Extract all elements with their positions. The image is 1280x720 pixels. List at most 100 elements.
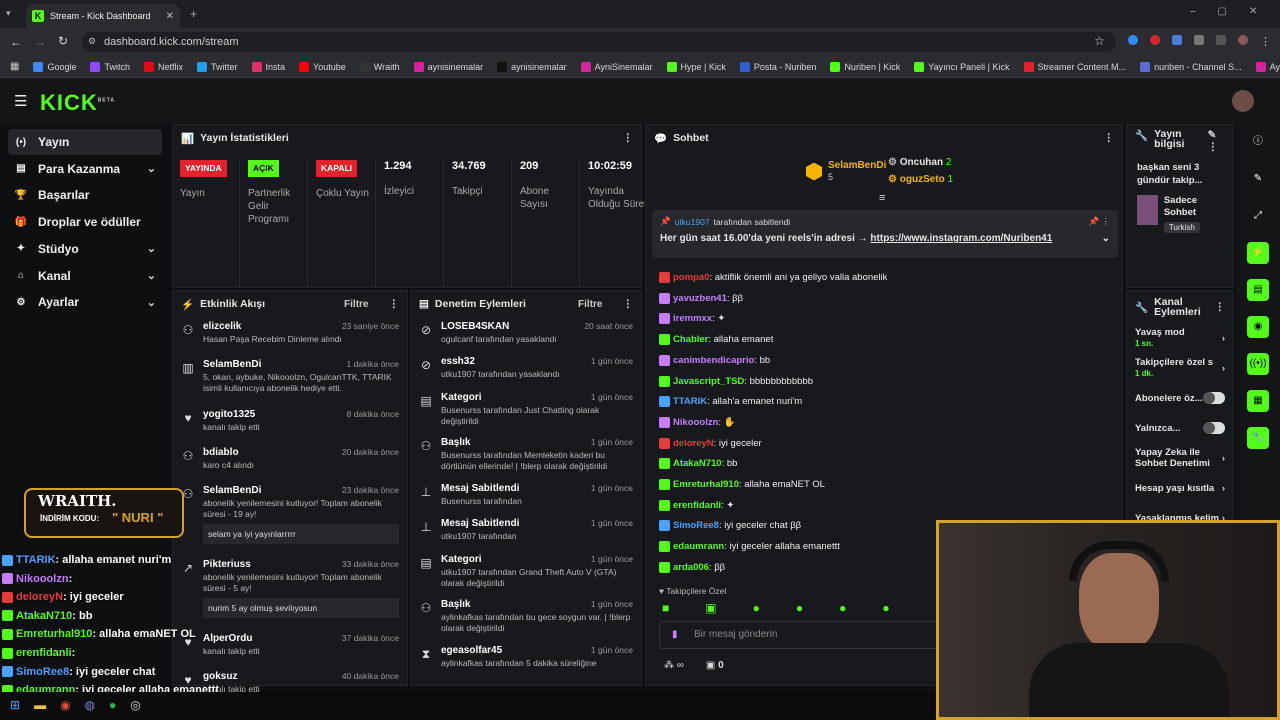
edit-icon[interactable]: ✎ ⋮ <box>1208 129 1225 153</box>
expand-icon[interactable]: ⤢ <box>1236 202 1280 230</box>
moderation-item[interactable]: ⚇ Başlık 1 gün önce aylinkafkas tarafından … <box>411 599 641 641</box>
puzzle-icon[interactable] <box>1194 35 1204 45</box>
bookmark-item[interactable]: Nuriben | Kick <box>830 61 900 72</box>
chat-username[interactable]: deloreyN <box>673 438 714 449</box>
bookmark-item[interactable]: Yayıncı Paneli | Kick <box>914 61 1010 72</box>
bookmark-item[interactable]: Twitter <box>197 61 238 72</box>
more-icon[interactable]: ⋮ <box>623 132 634 144</box>
tab-list-icon[interactable]: ▾ <box>6 8 11 19</box>
pen-icon[interactable]: ✎ <box>1236 165 1280 193</box>
discord-icon[interactable]: ◍ <box>85 698 95 712</box>
browser-tab[interactable]: K Stream - Kick Dashboard ✕ <box>26 4 180 28</box>
bookmark-item[interactable]: aynisinemalar <box>413 61 483 72</box>
sidebar-item-stüdyo[interactable]: ✦ Stüdyo ⌄ <box>8 236 162 262</box>
moderation-item[interactable]: ▤ Kategori 1 gün önce Busenurss tarafından … <box>411 392 641 434</box>
chat-username[interactable]: Chabler <box>673 334 708 345</box>
pinned-link[interactable]: https://www.instagram.com/Nuriben41 <box>870 233 1052 244</box>
reload-icon[interactable]: ↻ <box>58 34 68 48</box>
extension-icon[interactable] <box>1128 35 1138 45</box>
lightning-icon[interactable]: ⚡ <box>1236 239 1280 267</box>
sidebar-item-para-kazanma[interactable]: ▤ Para Kazanma ⌄ <box>8 156 162 182</box>
window-controls[interactable]: –▢✕ <box>1190 6 1279 17</box>
forward-icon[interactable]: → <box>34 35 46 49</box>
chat-username[interactable]: canimbendicaprio <box>673 355 754 366</box>
filter-button[interactable]: Filtre <box>344 299 368 310</box>
toggle-switch[interactable] <box>1203 392 1225 404</box>
moderation-item[interactable]: ⧗ egeasolfar45 1 gün önce aylinkafkas taraf… <box>411 645 641 675</box>
profile-icon[interactable] <box>1238 35 1248 45</box>
chevron-down-icon[interactable]: ⌄ <box>1102 233 1110 244</box>
chat-message[interactable]: pompa0: aktiflik önemli ani ya geliyo va… <box>659 272 887 283</box>
site-info-icon[interactable]: ⚙ <box>88 36 96 47</box>
chat-message[interactable]: SimoRee8: iyi geceler chat ββ <box>659 520 801 531</box>
sidebar-item-droplar-ve-ödüller[interactable]: 🎁 Droplar ve ödüller <box>8 209 162 235</box>
menu-icon[interactable]: ⋮ <box>1260 35 1271 48</box>
channel-action-item[interactable]: Yapay Zeka ile Sohbet Denetimi › <box>1127 443 1233 473</box>
points-counter[interactable]: ▣ 0 <box>706 660 724 671</box>
collapse-icon[interactable]: ≡ <box>879 192 885 204</box>
user-avatar[interactable] <box>1232 90 1254 112</box>
chrome-icon[interactable]: ◉ <box>60 698 70 712</box>
broadcast-icon[interactable]: ((•)) <box>1236 350 1280 378</box>
url-field[interactable]: dashboard.kick.com/stream <box>82 32 1116 52</box>
unpin-icon[interactable]: 📌 ⋮ <box>1089 216 1110 227</box>
chat-message[interactable]: Chabler: allaha emanet <box>659 334 773 345</box>
infinity-icon[interactable]: ⁂ ∞ <box>664 660 684 671</box>
spotify-icon[interactable]: ● <box>109 698 116 712</box>
obs-icon[interactable]: ◎ <box>130 698 140 712</box>
chat-username[interactable]: yavuzben41 <box>673 293 727 304</box>
chat-username[interactable]: Emreturhal910 <box>673 479 739 490</box>
activity-item[interactable]: ♥ yogito1325 8 dakika önce kanalı takip ett… <box>173 409 407 443</box>
sidepanel-icon[interactable] <box>1216 35 1226 45</box>
apps-icon[interactable]: ▦ <box>10 61 19 72</box>
bookmark-item[interactable]: Insta <box>251 61 285 72</box>
emote-bar[interactable]: ■ ▣ ● ● ● ● <box>662 601 890 615</box>
chat-username[interactable]: TTARIK <box>673 396 707 407</box>
bookmark-item[interactable]: Wraith <box>359 61 400 72</box>
new-tab-button[interactable]: + <box>190 7 197 21</box>
bookmark-item[interactable]: Aynı Sinemalar - Ça... <box>1255 61 1280 72</box>
chat-username[interactable]: iremmxx <box>673 313 712 324</box>
activity-item[interactable]: ⚇ bdiablo 20 dakika önce karo c4 alındı <box>173 447 407 481</box>
bookmark-item[interactable]: Hype | Kick <box>666 61 726 72</box>
hamburger-menu-icon[interactable]: ☰ <box>14 92 27 110</box>
chat-message[interactable]: Nikooolzn: ✋ <box>659 416 736 428</box>
moderation-item[interactable]: ▤ Kategori 1 gün önce utku1907 tarafından G… <box>411 554 641 596</box>
channel-action-item[interactable]: Yavaş mod 1 sn. › <box>1127 323 1233 353</box>
activity-item[interactable]: ⚇ elizcelik 23 saniye önce Hasan Paşa Receb… <box>173 321 407 355</box>
more-icon[interactable]: ⋮ <box>1215 301 1226 313</box>
chat-message[interactable]: Emreturhal910: allaha emaNET OL <box>659 479 825 490</box>
chat-message[interactable]: canimbendicaprio: bb <box>659 354 770 366</box>
sidebar-item-yayın[interactable]: (•) Yayın <box>8 129 162 155</box>
activity-item[interactable]: ↗ Pikteriuss 33 dakika önce abonelik yenile… <box>173 559 407 629</box>
bookmark-item[interactable]: Streamer Content M... <box>1023 61 1126 72</box>
chat-message[interactable]: AtakaN710: bb <box>659 458 737 469</box>
back-icon[interactable]: ← <box>10 35 22 49</box>
chat-message[interactable]: edaumrann: iyi geceler allaha emanettt <box>659 541 840 552</box>
bookmark-star-icon[interactable]: ☆ <box>1094 34 1105 48</box>
bookmark-item[interactable]: Youtube <box>299 61 346 72</box>
more-icon[interactable]: ⋮ <box>623 298 634 310</box>
filter-button[interactable]: Filtre <box>578 299 602 310</box>
chat-message[interactable]: erenfidanli: ✦ <box>659 499 734 511</box>
extension-icon[interactable] <box>1172 35 1182 45</box>
moderation-item[interactable]: ⚇ Başlık 1 gün önce Busenurss tarafından Me… <box>411 437 641 479</box>
moderation-item[interactable]: ⊥ Mesaj Sabitlendi 1 gün önce Busenurss tar… <box>411 483 641 515</box>
extension-icons[interactable]: ⋮ <box>1128 35 1271 48</box>
bookmark-item[interactable]: aynisinemalar <box>497 61 567 72</box>
chat-username[interactable]: arda006 <box>673 562 709 573</box>
sidebar-item-ayarlar[interactable]: ⚙ Ayarlar ⌄ <box>8 289 162 315</box>
moderation-item[interactable]: ⊥ Mesaj Sabitlendi 1 gün önce utku1907 tara… <box>411 518 641 550</box>
bookmark-item[interactable]: Twitch <box>90 61 130 72</box>
chat-username[interactable]: Javascript_TSD <box>673 376 744 387</box>
chat-username[interactable]: pompa0 <box>673 272 709 283</box>
chat-username[interactable]: erenfidanli <box>673 500 721 511</box>
chat-message[interactable]: iremmxx: ✦ <box>659 313 725 324</box>
moderation-item[interactable]: ⊘ LOSEB4SKAN 20 saat önce ogulcanf tarafınd… <box>411 321 641 353</box>
extension-icon[interactable] <box>1150 35 1160 45</box>
activity-item[interactable]: ⚇ SelamBenDi 23 dakika önce abonelik yenile… <box>173 485 407 555</box>
sidebar-item-başarılar[interactable]: 🏆 Başarılar <box>8 182 162 208</box>
channel-action-item[interactable]: Yalnızca... <box>1127 413 1233 443</box>
close-tab-icon[interactable]: ✕ <box>166 11 174 22</box>
bookmark-item[interactable]: Google <box>33 61 76 72</box>
